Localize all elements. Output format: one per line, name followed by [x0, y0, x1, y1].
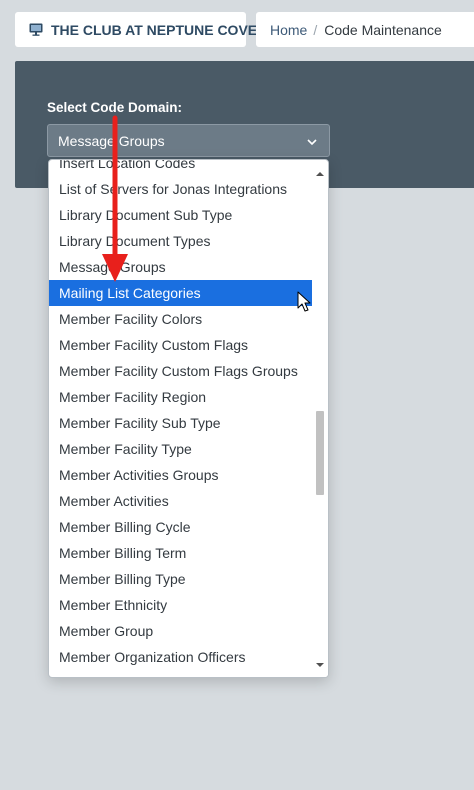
breadcrumb-home-link[interactable]: Home [270, 22, 307, 38]
dropdown-option[interactable]: Member Facility Colors [49, 306, 313, 332]
dropdown-option[interactable]: Member Billing Term [49, 540, 313, 566]
dropdown-option[interactable]: Member Activities Groups [49, 462, 313, 488]
dropdown-option[interactable]: Message Groups [49, 254, 313, 280]
dropdown-option[interactable]: Insert Location Codes [49, 160, 313, 176]
chevron-down-icon [306, 135, 318, 147]
dropdown-option[interactable]: Member Facility Type [49, 436, 313, 462]
code-domain-dropdown[interactable]: Insert Location Codes List of Servers for… [48, 159, 329, 678]
dropdown-option[interactable]: Member Facility Custom Flags Groups [49, 358, 313, 384]
breadcrumb-current-page: Code Maintenance [324, 21, 442, 38]
dropdown-option[interactable]: Member Group [49, 618, 313, 644]
dropdown-option[interactable]: Member Facility Custom Flags [49, 332, 313, 358]
dropdown-option[interactable]: Member Billing Cycle [49, 514, 313, 540]
computer-monitor-icon [29, 23, 43, 36]
dropdown-option[interactable]: Member Billing Type [49, 566, 313, 592]
scroll-up-arrow-icon[interactable] [316, 164, 324, 182]
dropdown-option[interactable]: Member Organization [49, 670, 313, 677]
scrollbar-thumb[interactable] [316, 411, 324, 495]
dropdown-scrollbar[interactable] [312, 160, 328, 677]
dropdown-option[interactable]: Member Facility Sub Type [49, 410, 313, 436]
dropdown-option[interactable]: Member Organization Officers [49, 644, 313, 670]
dropdown-options-list: Insert Location Codes List of Servers for… [49, 160, 313, 677]
breadcrumb-separator: / [313, 21, 318, 38]
dropdown-option[interactable]: Member Activities [49, 488, 313, 514]
code-domain-label: Select Code Domain: [47, 100, 183, 115]
code-domain-select[interactable]: Message Groups [47, 124, 330, 157]
dropdown-option[interactable]: Library Document Types [49, 228, 313, 254]
code-domain-selected-value: Message Groups [58, 132, 165, 149]
dropdown-option[interactable]: Member Ethnicity [49, 592, 313, 618]
dropdown-option[interactable]: Member Facility Region [49, 384, 313, 410]
breadcrumb: Home / Code Maintenance [256, 12, 474, 47]
club-name-badge[interactable]: THE CLUB AT NEPTUNE COVE [15, 12, 257, 47]
scroll-down-arrow-icon[interactable] [316, 655, 324, 673]
dropdown-option[interactable]: Library Document Sub Type [49, 202, 313, 228]
dropdown-option[interactable]: List of Servers for Jonas Integrations [49, 176, 313, 202]
club-name: THE CLUB AT NEPTUNE COVE [51, 21, 258, 38]
dropdown-option[interactable]: Mailing List Categories [49, 280, 313, 306]
